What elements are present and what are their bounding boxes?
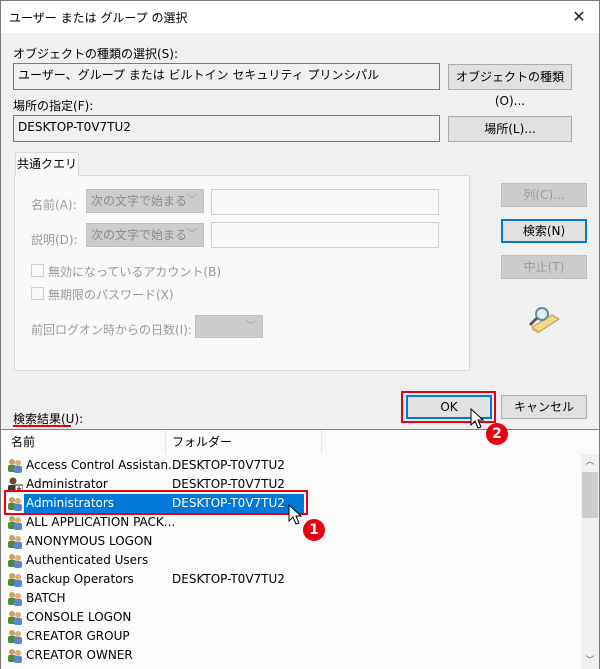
column-divider[interactable] <box>165 430 166 454</box>
location-label: 場所の指定(F): <box>13 99 94 113</box>
mouse-cursor-icon <box>470 408 485 429</box>
object-type-field: ユーザー、グループ または ビルトイン セキュリティ プリンシパル <box>13 63 440 90</box>
chevron-down-icon: ﹀ <box>246 321 256 332</box>
column-header-folder[interactable]: フォルダー <box>172 430 232 454</box>
locations-button[interactable]: 場所(L)... <box>448 116 572 142</box>
columns-button[interactable]: 列(C)... <box>501 183 587 207</box>
common-queries-panel: 名前(A): 次の文字で始まる ﹀ 説明(D): 次の文字で始まる ﹀ 無効にな… <box>14 175 470 371</box>
user-icon <box>7 477 24 493</box>
result-row[interactable]: CREATOR OWNER <box>7 646 577 665</box>
result-row[interactable]: Access Control Assistan... DESKTOP-T0V7TU… <box>7 456 577 475</box>
description-input[interactable] <box>211 222 439 248</box>
scrollbar-thumb[interactable] <box>582 472 598 518</box>
search-now-button[interactable]: 検索(N) <box>501 219 587 243</box>
chevron-down-icon: ﹀ <box>187 229 197 240</box>
cancel-button[interactable]: キャンセル <box>501 395 587 419</box>
disabled-accounts-checkbox[interactable] <box>31 264 44 277</box>
disabled-accounts-label: 無効になっているアカウント(B) <box>48 265 221 279</box>
description-label: 説明(D): <box>31 233 78 247</box>
result-name: CREATOR OWNER <box>26 648 133 662</box>
window-title: ユーザー または グループ の選択 <box>9 11 188 25</box>
non-expiring-password-label: 無期限のパスワード(X) <box>48 288 174 302</box>
result-row[interactable]: Administrator DESKTOP-T0V7TU2 <box>7 475 577 494</box>
name-label: 名前(A): <box>31 198 77 212</box>
group-icon <box>7 515 23 530</box>
stop-button[interactable]: 中止(T) <box>501 255 587 279</box>
search-results-list[interactable]: 名前 フォルダー Access Control Assistan... DESKT… <box>1 429 599 669</box>
result-row[interactable]: Backup Operators DESKTOP-T0V7TU2 <box>7 570 577 589</box>
tab-common-queries[interactable]: 共通クエリ <box>15 152 79 176</box>
group-icon <box>7 610 23 625</box>
magnifier-folder-icon <box>528 307 560 334</box>
group-icon <box>7 553 23 568</box>
object-type-label: オブジェクトの種類の選択(S): <box>13 47 179 61</box>
name-mode-select[interactable]: 次の文字で始まる ﹀ <box>86 189 204 213</box>
result-name: Administrators <box>26 496 115 510</box>
result-name: ALL APPLICATION PACK... <box>26 515 176 529</box>
mouse-cursor-icon <box>288 504 303 525</box>
name-input[interactable] <box>211 189 439 215</box>
group-icon <box>7 458 23 473</box>
result-row[interactable]: Authenticated Users <box>7 551 577 570</box>
result-folder: DESKTOP-T0V7TU2 <box>172 572 285 586</box>
vertical-scrollbar[interactable]: ︿ ﹀ <box>581 454 599 669</box>
group-icon <box>7 648 23 663</box>
step-1-badge: 1 <box>303 519 325 541</box>
result-folder: DESKTOP-T0V7TU2 <box>172 496 285 510</box>
column-header-name[interactable]: 名前 <box>11 430 35 454</box>
days-since-logon-label: 前回ログオン時からの日数(I): <box>31 323 192 337</box>
result-row[interactable]: CREATOR GROUP <box>7 627 577 646</box>
group-icon <box>7 629 23 644</box>
result-name: Backup Operators <box>26 572 134 586</box>
description-mode-value: 次の文字で始まる <box>91 228 188 242</box>
search-results-underline <box>13 425 71 427</box>
result-row[interactable]: BATCH <box>7 589 577 608</box>
column-divider[interactable] <box>321 430 322 454</box>
group-icon <box>7 496 23 511</box>
result-name: CONSOLE LOGON <box>26 610 132 624</box>
result-name: Authenticated Users <box>26 553 149 567</box>
group-icon <box>7 591 23 606</box>
scroll-down-icon[interactable]: ﹀ <box>581 653 599 669</box>
object-types-button[interactable]: オブジェクトの種類(O)... <box>448 64 572 108</box>
title-bar: ユーザー または グループ の選択 ✕ <box>1 1 599 33</box>
select-users-or-groups-dialog: ユーザー または グループ の選択 ✕ オブジェクトの種類の選択(S): ユーザ… <box>0 0 600 669</box>
result-name: Access Control Assistan... <box>26 458 180 472</box>
result-name: CREATOR GROUP <box>26 629 130 643</box>
chevron-down-icon: ﹀ <box>187 195 197 206</box>
result-name: BATCH <box>26 591 66 605</box>
result-name: Administrator <box>26 477 108 491</box>
scroll-up-icon[interactable]: ︿ <box>581 454 599 470</box>
result-folder: DESKTOP-T0V7TU2 <box>172 477 285 491</box>
result-row[interactable]: CONSOLE LOGON <box>7 608 577 627</box>
non-expiring-password-checkbox[interactable] <box>31 287 44 300</box>
result-folder: DESKTOP-T0V7TU2 <box>172 458 285 472</box>
description-mode-select[interactable]: 次の文字で始まる ﹀ <box>86 223 204 247</box>
location-field: DESKTOP-T0V7TU2 <box>13 115 440 142</box>
group-icon <box>7 572 23 587</box>
close-icon[interactable]: ✕ <box>559 1 599 33</box>
group-icon <box>7 534 23 549</box>
result-name: ANONYMOUS LOGON <box>26 534 153 548</box>
days-since-logon-select[interactable]: ﹀ <box>195 315 263 338</box>
step-2-badge: 2 <box>486 423 508 445</box>
name-mode-value: 次の文字で始まる <box>91 194 188 208</box>
result-row[interactable]: ANONYMOUS LOGON <box>7 532 577 551</box>
